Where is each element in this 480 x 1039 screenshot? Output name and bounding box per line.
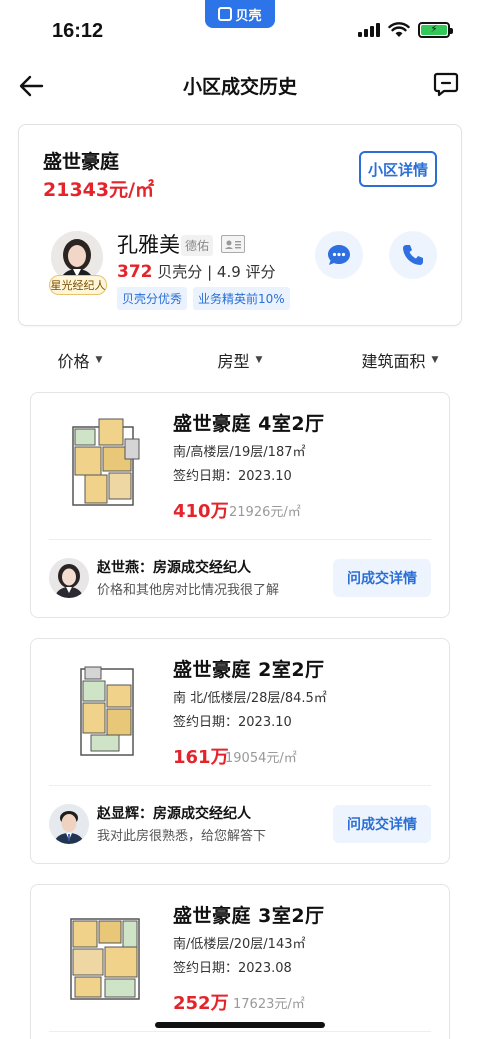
home-indicator[interactable]: [155, 1022, 325, 1028]
phone-icon: [403, 245, 423, 265]
agent-score-label: 贝壳分: [157, 263, 203, 281]
agent-avatar-group[interactable]: 星光经纪人: [49, 231, 107, 301]
chat-bubble-icon: [328, 245, 350, 265]
transaction-card[interactable]: 盛世豪庭 3室2厅 南/低楼层/20层/143㎡ 签约日期：2023.08 25…: [30, 884, 450, 1039]
floorplan-image: [72, 418, 140, 506]
listing-agent-message: 我对此房很熟悉，给您解答下: [97, 829, 267, 844]
transaction-card[interactable]: 盛世豪庭 2室2厅 南 北/低楼层/28层/84.5㎡ 签约日期：2023.10…: [30, 638, 450, 864]
filter-price[interactable]: 价格 ▼: [0, 342, 160, 378]
call-button[interactable]: [389, 231, 437, 279]
agent-name[interactable]: 孔雅美: [117, 229, 180, 259]
divider: [49, 785, 431, 786]
floorplan-image: [70, 918, 140, 1000]
listing-info: 南/低楼层/20层/143㎡: [173, 937, 306, 952]
agent-score-value: 372: [117, 262, 153, 282]
chevron-down-icon: ▼: [431, 355, 439, 365]
listing-date: 签约日期：2023.10: [173, 469, 292, 484]
listing-unit-price: 17623元/㎡: [233, 997, 305, 1012]
listing-price: 161万: [173, 747, 229, 768]
signal-icon: [358, 23, 380, 37]
agent-tag: 业务精英前10%: [193, 287, 290, 310]
listing-info: 南 北/低楼层/28层/84.5㎡: [173, 691, 327, 706]
divider: [49, 1031, 431, 1032]
transaction-card[interactable]: 盛世豪庭 4室2厅 南/高楼层/19层/187㎡ 签约日期：2023.10 41…: [30, 392, 450, 618]
community-name: 盛世豪庭: [43, 151, 120, 173]
message-icon[interactable]: [432, 70, 460, 98]
listing-agent-name: 赵显辉：房源成交经纪人: [97, 806, 251, 822]
chat-button[interactable]: [315, 231, 363, 279]
listing-title: 盛世豪庭 4室2厅: [173, 413, 325, 435]
star-agent-badge: 星光经纪人: [49, 275, 107, 295]
floorplan-image: [80, 666, 134, 756]
app-badge-label: 贝壳: [235, 8, 262, 24]
community-detail-button[interactable]: 小区详情: [359, 151, 437, 187]
agent-tags: 贝壳分优秀 业务精英前10%: [117, 287, 290, 310]
agent-score: 372 贝壳分 | 4.9 评分: [117, 261, 276, 282]
agent-rating: | 4.9 评分: [207, 263, 276, 281]
ask-details-button[interactable]: 问成交详情: [333, 559, 431, 597]
filter-label: 房型: [217, 352, 250, 371]
nav-bar: 小区成交历史: [0, 60, 480, 112]
avatar[interactable]: [49, 804, 89, 844]
beike-logo-icon: [218, 7, 233, 21]
listing-date: 签约日期：2023.08: [173, 961, 292, 976]
listing-date: 签约日期：2023.10: [173, 715, 292, 730]
divider: [49, 539, 431, 540]
listing-agent-message: 价格和其他房对比情况我很了解: [97, 583, 280, 598]
filter-label: 建筑面积: [361, 352, 426, 371]
listing-price: 252万: [173, 993, 229, 1014]
id-card-icon[interactable]: [221, 235, 245, 253]
avatar[interactable]: [49, 558, 89, 598]
listing-info: 南/高楼层/19层/187㎡: [173, 445, 306, 460]
agent-tag: 贝壳分优秀: [117, 287, 188, 310]
listing-agent-name: 赵世燕：房源成交经纪人: [97, 560, 251, 576]
filter-area[interactable]: 建筑面积 ▼: [320, 342, 480, 378]
wifi-icon: [388, 22, 410, 37]
listing-title: 盛世豪庭 2室2厅: [173, 659, 325, 681]
listing-price: 410万: [173, 501, 229, 522]
listing-unit-price: 19054元/㎡: [225, 751, 297, 766]
filter-bar: 价格 ▼ 房型 ▼ 建筑面积 ▼: [0, 342, 480, 378]
page-title: 小区成交历史: [182, 76, 297, 98]
app-badge[interactable]: 贝壳: [205, 0, 275, 28]
listing-title: 盛世豪庭 3室2厅: [173, 905, 325, 927]
agent-company-badge: 德佑: [181, 235, 214, 256]
community-price: 21343元/㎡: [43, 179, 155, 201]
filter-label: 价格: [57, 352, 90, 371]
status-icons: ⚡: [358, 22, 453, 38]
community-card: 盛世豪庭 21343元/㎡ 小区详情 星光经纪人 孔雅美 德佑 372 贝壳分 …: [18, 124, 462, 326]
ask-details-button[interactable]: 问成交详情: [333, 805, 431, 843]
listing-unit-price: 21926元/㎡: [229, 505, 301, 520]
chevron-down-icon: ▼: [95, 355, 103, 365]
filter-layout[interactable]: 房型 ▼: [160, 342, 320, 378]
battery-icon: ⚡: [418, 22, 453, 38]
status-bar: 16:12 贝壳 ⚡: [0, 0, 480, 56]
status-time: 16:12: [52, 20, 104, 42]
chevron-down-icon: ▼: [255, 355, 263, 365]
